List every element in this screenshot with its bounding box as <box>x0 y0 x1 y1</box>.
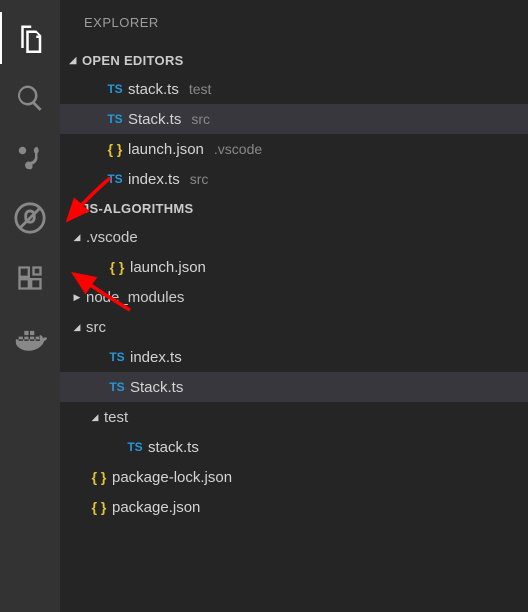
open-editors-list: TSstack.tstestTSStack.tssrc{ }launch.jso… <box>60 74 528 194</box>
file-item[interactable]: { }launch.json <box>60 252 528 282</box>
open-editor-item[interactable]: { }launch.json .vscode <box>60 134 528 164</box>
file-item[interactable]: { }package-lock.json <box>60 462 528 492</box>
file-name: launch.json <box>128 141 204 158</box>
chevron-down-icon <box>64 203 82 214</box>
activity-docker[interactable] <box>0 308 60 368</box>
open-editor-item[interactable]: TSStack.ts src <box>60 104 528 134</box>
source-control-icon <box>15 143 45 173</box>
open-editor-item[interactable]: TSstack.ts test <box>60 74 528 104</box>
file-dir: .vscode <box>214 141 262 157</box>
folder-item[interactable]: src <box>60 312 528 342</box>
json-file-icon: { } <box>102 141 128 157</box>
file-tree: .vscode{ }launch.jsonnode_modulessrcTSin… <box>60 222 528 522</box>
file-item[interactable]: TSstack.ts <box>60 432 528 462</box>
folder-item[interactable]: test <box>60 402 528 432</box>
json-file-icon: { } <box>104 259 130 275</box>
open-editors-header[interactable]: OPEN EDITORS <box>60 46 528 74</box>
project-header[interactable]: JS-ALGORITHMS <box>60 194 528 222</box>
json-file-icon: { } <box>86 499 112 515</box>
file-name: launch.json <box>130 259 206 276</box>
file-name: package-lock.json <box>112 469 232 486</box>
activity-search[interactable] <box>0 68 60 128</box>
activity-explorer[interactable] <box>0 8 60 68</box>
folder-name: test <box>104 409 128 426</box>
ts-file-icon: TS <box>102 172 128 186</box>
activity-bar <box>0 0 60 612</box>
project-label: JS-ALGORITHMS <box>82 201 194 216</box>
file-name: index.ts <box>130 349 182 366</box>
ts-file-icon: TS <box>122 440 148 454</box>
file-item[interactable]: TSindex.ts <box>60 342 528 372</box>
ts-file-icon: TS <box>104 380 130 394</box>
chevron-down-icon <box>86 412 104 423</box>
chevron-down-icon <box>64 55 82 66</box>
activity-extensions[interactable] <box>0 248 60 308</box>
search-icon <box>15 83 45 113</box>
folder-item[interactable]: node_modules <box>60 282 528 312</box>
files-icon <box>15 23 45 53</box>
file-dir: src <box>191 111 210 127</box>
open-editor-item[interactable]: TSindex.ts src <box>60 164 528 194</box>
file-name: package.json <box>112 499 200 516</box>
file-name: index.ts <box>128 171 180 188</box>
no-bug-icon <box>13 201 47 235</box>
open-editors-label: OPEN EDITORS <box>82 53 184 68</box>
file-name: Stack.ts <box>128 111 181 128</box>
folder-name: src <box>86 319 106 336</box>
explorer-sidebar: EXPLORER OPEN EDITORS TSstack.tstestTSSt… <box>60 0 528 612</box>
docker-icon <box>13 321 47 355</box>
file-item[interactable]: TSStack.ts <box>60 372 528 402</box>
chevron-right-icon <box>68 292 86 303</box>
file-dir: src <box>190 171 209 187</box>
chevron-down-icon <box>68 322 86 333</box>
file-name: stack.ts <box>128 81 179 98</box>
chevron-down-icon <box>68 232 86 243</box>
json-file-icon: { } <box>86 469 112 485</box>
folder-name: node_modules <box>86 289 184 306</box>
activity-scm[interactable] <box>0 128 60 188</box>
folder-item[interactable]: .vscode <box>60 222 528 252</box>
ts-file-icon: TS <box>102 82 128 96</box>
folder-name: .vscode <box>86 229 138 246</box>
ts-file-icon: TS <box>102 112 128 126</box>
file-item[interactable]: { }package.json <box>60 492 528 522</box>
ts-file-icon: TS <box>104 350 130 364</box>
file-name: stack.ts <box>148 439 199 456</box>
sidebar-title: EXPLORER <box>60 0 528 46</box>
file-dir: test <box>189 81 212 97</box>
file-name: Stack.ts <box>130 379 183 396</box>
extensions-icon <box>16 264 44 292</box>
activity-debug[interactable] <box>0 188 60 248</box>
